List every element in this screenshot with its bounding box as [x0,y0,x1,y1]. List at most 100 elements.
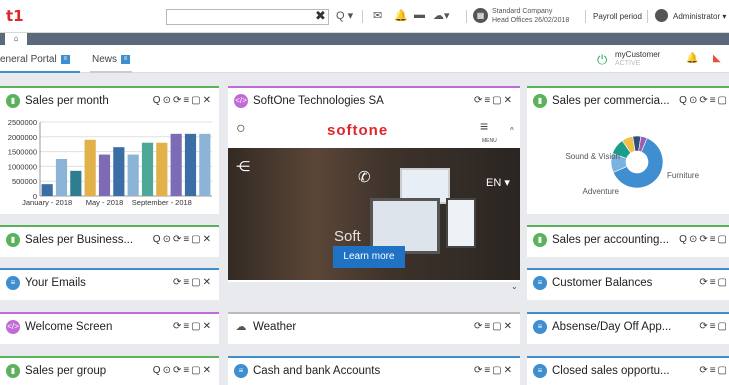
notification-bell-icon[interactable]: 🔔 [686,53,698,64]
search-icon[interactable]: Q ▾ [336,9,353,22]
widget-controls[interactable]: Q⊙⟳≡▢✕ [153,365,213,376]
widget-controls[interactable]: Q⊙⟳≡▢✕ [153,234,213,245]
widget-controls[interactable]: ⟳≡▢✕ [173,277,213,288]
home-tab[interactable]: ⌂ [5,33,27,45]
power-icon[interactable]: ⏻ [597,52,607,68]
device-phone-image [446,198,476,248]
widget-header: ▮ Sales per month Q⊙⟳≡▢✕ [0,86,219,114]
tab-label: News [92,54,118,65]
widget-header: ≡ Absense/Day Off App... ⟳≡▢ [527,312,729,340]
widget-header: ≡ Customer Balances ⟳≡▢ [527,268,729,296]
list-icon: ≡ [533,320,547,334]
tab-menu-icon[interactable]: ≡ [60,54,70,64]
widget-controls[interactable]: ⟳≡▢✕ [474,95,514,106]
user-menu[interactable]: Administrator ▾ [673,12,726,21]
company-name: Standard Company [492,8,553,15]
bar[interactable] [70,170,82,196]
tab-menu-icon[interactable]: ≡ [121,54,131,64]
widget-your-emails: ≡ Your Emails ⟳≡▢✕ [0,268,219,300]
widget-header: ☁ Weather ⟳≡▢✕ [228,312,520,340]
divider [585,10,586,23]
bar[interactable] [98,154,111,196]
widget-controls[interactable]: ⟳≡▢✕ [474,365,514,376]
search-icon[interactable]: ○ [236,120,246,138]
tab-general-portal[interactable]: eneral Portal ≡ [0,54,70,65]
tab-label: eneral Portal [0,54,57,65]
menu-icon[interactable]: ≡ [480,118,488,134]
chat-icon[interactable]: ▬ [414,9,425,21]
bar[interactable] [184,133,197,196]
y-tick-label: 2000000 [8,133,37,142]
bar[interactable] [156,142,168,196]
widget-controls[interactable]: ⟳≡▢ [699,321,729,332]
widget-header: ≡ Your Emails ⟳≡▢✕ [0,268,219,296]
widget-title: Welcome Screen [25,321,113,333]
scroll-up-icon[interactable]: ^ [510,126,514,135]
scroll-down-icon[interactable]: ⌄ [511,282,518,291]
cloud-icon[interactable]: ☁▾ [433,9,450,22]
payroll-period-link[interactable]: Payroll period [593,12,642,21]
customer-status[interactable]: myCustomer ACTIVE [615,50,660,68]
widget-title: Absense/Day Off App... [552,321,672,333]
search-input[interactable] [166,9,329,25]
widget-title: Sales per group [25,365,107,377]
widget-title: Your Emails [25,277,86,289]
widget-header: </> Welcome Screen ⟳≡▢✕ [0,312,219,340]
share-icon[interactable]: ⋲ [236,158,250,175]
x-tick-label: May - 2018 [86,198,124,207]
widget-softone: </> SoftOne Technologies SA ⟳≡▢✕ ○ softo… [228,86,520,291]
window-tab-strip [0,33,729,45]
widget-header: ▮ Sales per accounting... Q⊙⟳≡▢ [527,225,729,253]
bar[interactable] [199,133,211,196]
widget-title: Sales per commercia... [552,95,670,107]
widget-title: Closed sales opportu... [552,365,670,377]
bar[interactable] [41,184,53,196]
company-icon[interactable]: ▦ [473,8,488,23]
pie-label: Furniture [667,171,700,180]
user-avatar-icon[interactable] [655,9,668,22]
divider [362,10,363,23]
widget-title: Cash and bank Accounts [253,365,381,377]
top-bar: t1 ✖ Q ▾ ✉ 🔔 ▬ ☁▾ ▦ Standard Company Hea… [0,0,729,33]
widget-header: ▮ Sales per group Q⊙⟳≡▢✕ [0,356,219,384]
bar-chart-icon: ▮ [533,233,547,247]
bell-icon[interactable]: 🔔 [394,9,408,22]
learn-more-button[interactable]: Learn more [333,246,405,268]
phone-icon[interactable]: ✆ [358,168,371,186]
widget-controls[interactable]: Q⊙⟳≡▢ [679,234,729,245]
tab-news[interactable]: News ≡ [92,54,131,65]
bar[interactable] [55,159,68,196]
widget-controls[interactable]: ⟳≡▢ [699,365,729,376]
bar[interactable] [141,142,154,196]
widget-controls[interactable]: Q⊙⟳≡▢ [679,95,729,106]
code-icon: </> [234,94,248,108]
language-selector[interactable]: EN ▾ [486,176,510,189]
bar[interactable] [170,133,182,196]
widget-weather: ☁ Weather ⟳≡▢✕ [228,312,520,344]
clear-icon[interactable]: ✖ [315,8,326,24]
widget-title: Sales per month [25,95,109,107]
pie-chart-svg: Furniture Adventure Sound & Vision [565,135,700,196]
pie-label: Adventure [583,187,620,196]
bar-chart-svg: 25000002000000150000010000005000000Janua… [8,118,212,207]
alert-icon[interactable]: ◣ [713,53,721,64]
widget-controls[interactable]: ⟳≡▢✕ [474,321,514,332]
bar[interactable] [113,147,125,196]
x-tick-label: January - 2018 [22,198,72,207]
app-logo[interactable]: t1 [6,7,24,25]
company-info[interactable]: Standard Company Head Offices 26/02/2018 [492,7,569,25]
bar[interactable] [84,139,96,196]
widget-controls[interactable]: ⟳≡▢✕ [173,321,213,332]
list-icon: ≡ [533,364,547,378]
widget-header: ≡ Cash and bank Accounts ⟳≡▢✕ [228,356,520,384]
mail-icon[interactable]: ✉ [373,9,382,22]
widget-title: Sales per accounting... [552,234,669,246]
user-name: Administrator [673,12,721,21]
cloud-icon: ☁ [235,321,247,333]
widget-controls[interactable]: Q⊙⟳≡▢✕ [153,95,213,106]
widget-controls[interactable]: ⟳≡▢ [699,277,729,288]
widget-sales-per-month: ▮ Sales per month Q⊙⟳≡▢✕ 2500000 2000000 1… [0,86,219,214]
customer-status-label: ACTIVE [615,60,641,67]
widget-header: ▮ Sales per Business... Q⊙⟳≡▢✕ [0,225,219,253]
bar[interactable] [127,154,139,196]
